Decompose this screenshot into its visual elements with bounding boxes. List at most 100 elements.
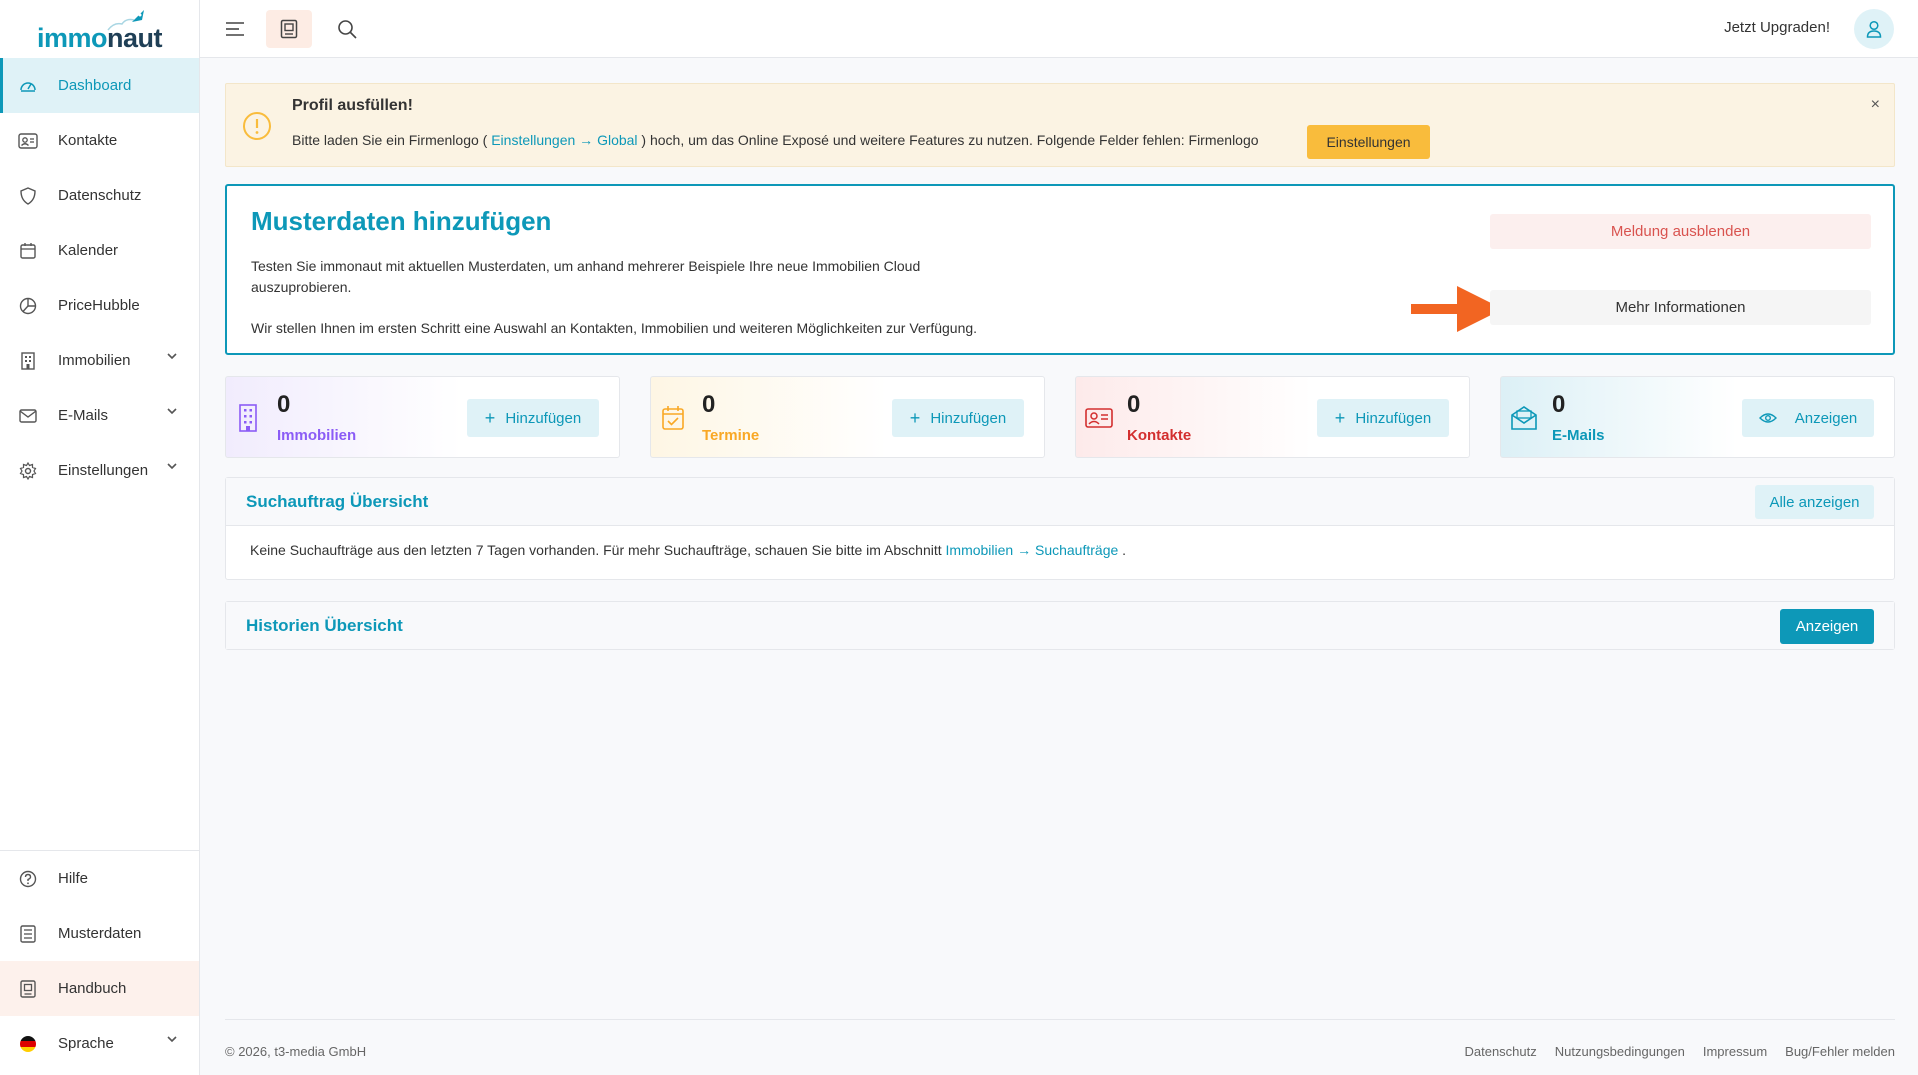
chevron-down-icon <box>167 1036 177 1043</box>
empty-message: Keine Suchaufträge aus den letzten 7 Tag… <box>250 542 946 558</box>
handbook-button[interactable] <box>266 10 312 48</box>
stat-card-termine: 0 Termine + Hinzufügen <box>650 376 1045 458</box>
sidebar-item-hilfe[interactable]: Hilfe <box>0 851 199 906</box>
sidebar: immonaut Dashboard Kontakte Datenschutz … <box>0 0 200 1075</box>
chevron-down-icon <box>167 353 177 360</box>
settings-button[interactable]: Einstellungen <box>1307 125 1430 159</box>
sidebar-item-datenschutz[interactable]: Datenschutz <box>0 168 199 223</box>
plus-icon: + <box>1334 408 1346 428</box>
plus-icon: + <box>909 408 921 428</box>
sidebar-item-pricehubble[interactable]: PriceHubble <box>0 278 199 333</box>
add-immobilie-button[interactable]: + Hinzufügen <box>467 399 599 437</box>
menu-toggle-button[interactable] <box>212 10 258 48</box>
panel-header: Suchauftrag Übersicht Alle anzeigen <box>226 478 1894 526</box>
sidebar-item-immobilien[interactable]: Immobilien <box>0 333 199 388</box>
panel-title: Suchauftrag Übersicht <box>246 492 429 511</box>
sample-data-card: Musterdaten hinzufügen Testen Sie immona… <box>225 184 1895 355</box>
menu-icon <box>226 22 244 36</box>
plus-icon: + <box>484 408 496 428</box>
sidebar-item-einstellungen[interactable]: Einstellungen <box>0 443 199 498</box>
avatar[interactable] <box>1854 9 1894 49</box>
upgrade-link[interactable]: Jetzt Upgraden! <box>1724 19 1830 36</box>
show-all-button[interactable]: Alle anzeigen <box>1755 485 1874 519</box>
pie-chart-icon <box>18 296 38 316</box>
footer-link-impressum[interactable]: Impressum <box>1703 1044 1767 1059</box>
dashboard-icon <box>18 76 38 96</box>
search-orders-link[interactable]: Immobilien → Suchaufträge <box>946 542 1119 558</box>
add-kontakt-button[interactable]: + Hinzufügen <box>1317 399 1449 437</box>
empty-message-end: . <box>1118 542 1127 558</box>
stat-label: E-Mails <box>1552 427 1605 444</box>
stat-count: 0 <box>1127 391 1141 418</box>
history-panel: Historien Übersicht Anzeigen <box>225 601 1895 650</box>
sidebar-item-label: Dashboard <box>58 77 132 94</box>
sample-data-note: Wir stellen Ihnen im ersten Schritt eine… <box>251 320 978 336</box>
logo[interactable]: immonaut <box>0 0 199 58</box>
sidebar-item-label: Musterdaten <box>58 925 142 942</box>
panel-header: Historien Übersicht Anzeigen <box>226 602 1894 649</box>
copyright: © 2026, t3-media GmbH <box>225 1044 367 1059</box>
add-termin-button[interactable]: + Hinzufügen <box>892 399 1024 437</box>
sidebar-item-label: Datenschutz <box>58 187 142 204</box>
sidebar-item-sprache[interactable]: Sprache <box>0 1016 199 1071</box>
contact-card-icon <box>18 131 38 151</box>
sidebar-item-label: Immobilien <box>58 352 131 369</box>
stat-count: 0 <box>702 391 716 418</box>
close-icon[interactable]: × <box>1871 96 1880 114</box>
footer-link-datenschutz[interactable]: Datenschutz <box>1464 1044 1536 1059</box>
sample-data-title: Musterdaten hinzufügen <box>251 206 552 236</box>
calendar-icon <box>18 241 38 261</box>
sidebar-item-label: PriceHubble <box>58 297 140 314</box>
sidebar-item-kontakte[interactable]: Kontakte <box>0 113 199 168</box>
button-label: Hinzufügen <box>930 409 1007 427</box>
search-icon <box>338 20 357 39</box>
search-button[interactable] <box>324 10 370 48</box>
mail-icon <box>18 406 38 426</box>
alert-text-before: Bitte laden Sie ein Firmenlogo ( <box>292 132 492 148</box>
warning-icon <box>243 112 271 140</box>
more-info-button[interactable]: Mehr Informationen <box>1490 290 1871 325</box>
stat-label: Immobilien <box>277 427 357 444</box>
german-flag-icon <box>18 1034 38 1054</box>
panel-body: Keine Suchaufträge aus den letzten 7 Tag… <box>226 526 1894 574</box>
sidebar-item-label: Einstellungen <box>58 462 149 479</box>
footer-links: Datenschutz Nutzungsbedingungen Impressu… <box>1464 1044 1895 1059</box>
sidebar-item-dashboard[interactable]: Dashboard <box>0 58 199 113</box>
panel-title: Historien Übersicht <box>246 616 403 635</box>
book-icon <box>280 19 298 39</box>
sample-data-description: Testen Sie immonaut mit aktuellen Muster… <box>251 258 921 295</box>
sidebar-item-kalender[interactable]: Kalender <box>0 223 199 278</box>
gear-icon <box>18 461 38 481</box>
stat-label: Kontakte <box>1127 427 1192 444</box>
global-link[interactable]: Global <box>597 132 637 148</box>
sidebar-item-label: E-Mails <box>58 407 109 424</box>
topbar: Jetzt Upgraden! <box>200 0 1918 58</box>
button-label: Anzeigen <box>1794 409 1858 427</box>
book-icon <box>18 979 38 999</box>
contact-card-icon <box>1085 408 1113 428</box>
logo-part-1: immo <box>36 23 108 53</box>
button-label: Hinzufügen <box>505 409 582 427</box>
stat-count: 0 <box>277 391 291 418</box>
eye-icon <box>1758 413 1777 423</box>
sidebar-item-label: Handbuch <box>58 980 127 997</box>
sidebar-item-label: Kontakte <box>58 132 118 149</box>
calendar-check-icon <box>662 406 684 430</box>
hide-message-button[interactable]: Meldung ausblenden <box>1490 214 1871 249</box>
show-emails-button[interactable]: Anzeigen <box>1742 399 1874 437</box>
alert-text-after: ) hoch, um das Online Exposé und weitere… <box>637 132 1259 148</box>
show-history-button[interactable]: Anzeigen <box>1780 609 1874 644</box>
footer-link-nutzungsbedingungen[interactable]: Nutzungsbedingungen <box>1555 1044 1685 1059</box>
sidebar-item-label: Sprache <box>58 1035 114 1052</box>
stat-card-immobilien: 0 Immobilien + Hinzufügen <box>225 376 620 458</box>
footer-link-bug-report[interactable]: Bug/Fehler melden <box>1785 1044 1895 1059</box>
sidebar-bottom: Hilfe Musterdaten Handbuch Sprache <box>0 850 199 1071</box>
settings-link[interactable]: Einstellungen <box>491 132 575 148</box>
search-order-panel: Suchauftrag Übersicht Alle anzeigen Kein… <box>225 477 1895 580</box>
chevron-down-icon <box>167 408 177 415</box>
profile-alert: Profil ausfüllen! Bitte laden Sie ein Fi… <box>225 83 1895 167</box>
sidebar-item-emails[interactable]: E-Mails <box>0 388 199 443</box>
sidebar-item-handbuch[interactable]: Handbuch <box>0 961 199 1016</box>
sidebar-item-musterdaten[interactable]: Musterdaten <box>0 906 199 961</box>
stat-card-kontakte: 0 Kontakte + Hinzufügen <box>1075 376 1470 458</box>
